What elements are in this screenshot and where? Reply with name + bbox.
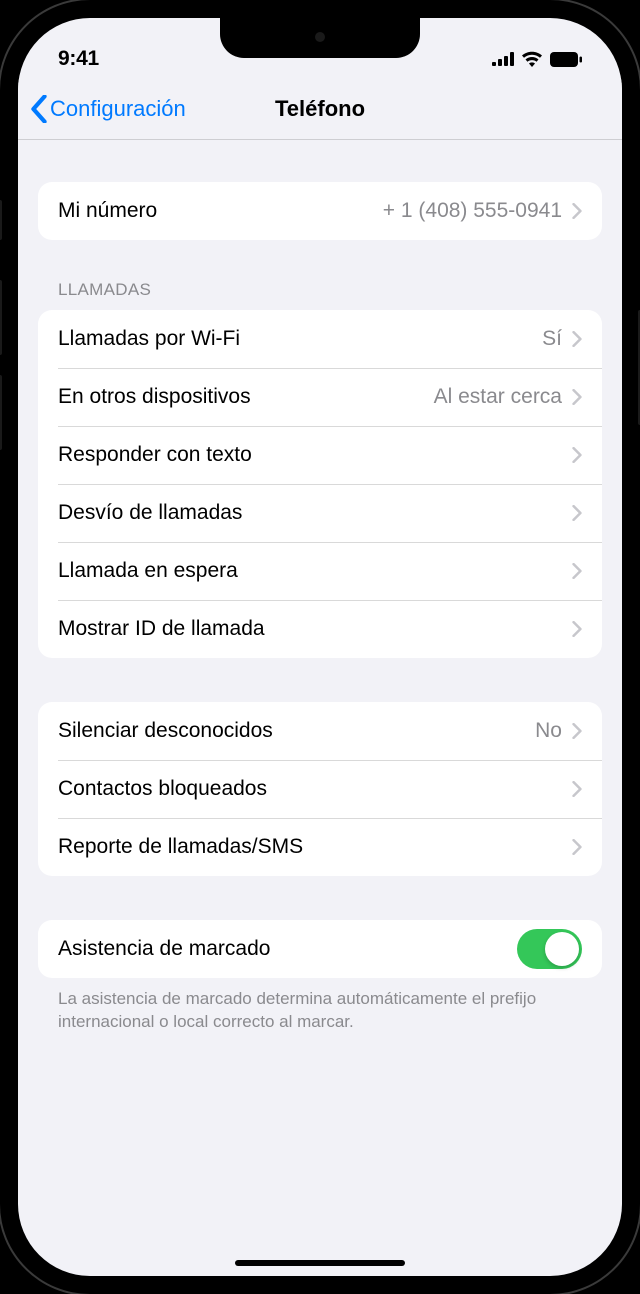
dial-assist-group: Asistencia de marcado xyxy=(38,920,602,978)
chevron-right-icon xyxy=(572,203,582,219)
wifi-calling-row[interactable]: Llamadas por Wi-Fi Sí xyxy=(38,310,602,368)
call-sms-report-label: Reporte de llamadas/SMS xyxy=(58,835,572,859)
show-caller-id-row[interactable]: Mostrar ID de llamada xyxy=(38,600,602,658)
content: Mi número + 1 (408) 555-0941 LLAMADAS Ll… xyxy=(18,140,622,1034)
battery-icon xyxy=(550,52,582,67)
silence-unknown-row[interactable]: Silenciar desconocidos No xyxy=(38,702,602,760)
my-number-label: Mi número xyxy=(58,199,383,223)
call-waiting-row[interactable]: Llamada en espera xyxy=(38,542,602,600)
show-caller-id-label: Mostrar ID de llamada xyxy=(58,617,572,641)
dial-assist-toggle[interactable] xyxy=(517,929,582,969)
back-button[interactable]: Configuración xyxy=(30,95,186,123)
status-indicators xyxy=(492,51,582,67)
home-indicator[interactable] xyxy=(235,1260,405,1266)
calls-group: Llamadas por Wi-Fi Sí En otros dispositi… xyxy=(38,310,602,658)
wifi-calling-label: Llamadas por Wi-Fi xyxy=(58,327,542,351)
chevron-right-icon xyxy=(572,723,582,739)
screen: 9:41 Configuración Teléfono xyxy=(18,18,622,1276)
volume-down xyxy=(0,375,2,450)
chevron-right-icon xyxy=(572,839,582,855)
other-devices-row[interactable]: En otros dispositivos Al estar cerca xyxy=(38,368,602,426)
call-sms-report-row[interactable]: Reporte de llamadas/SMS xyxy=(38,818,602,876)
my-number-row[interactable]: Mi número + 1 (408) 555-0941 xyxy=(38,182,602,240)
other-devices-label: En otros dispositivos xyxy=(58,385,434,409)
wifi-calling-value: Sí xyxy=(542,327,562,351)
chevron-right-icon xyxy=(572,447,582,463)
my-number-group: Mi número + 1 (408) 555-0941 xyxy=(38,182,602,240)
nav-title: Teléfono xyxy=(275,96,365,122)
call-forwarding-row[interactable]: Desvío de llamadas xyxy=(38,484,602,542)
blocked-contacts-label: Contactos bloqueados xyxy=(58,777,572,801)
mute-switch xyxy=(0,200,2,240)
nav-bar: Configuración Teléfono xyxy=(18,78,622,140)
blocked-contacts-row[interactable]: Contactos bloqueados xyxy=(38,760,602,818)
silence-unknown-label: Silenciar desconocidos xyxy=(58,719,535,743)
call-waiting-label: Llamada en espera xyxy=(58,559,572,583)
dial-assist-footer: La asistencia de marcado determina autom… xyxy=(38,978,602,1034)
respond-text-label: Responder con texto xyxy=(58,443,572,467)
chevron-right-icon xyxy=(572,389,582,405)
notch xyxy=(220,18,420,58)
respond-text-row[interactable]: Responder con texto xyxy=(38,426,602,484)
back-label: Configuración xyxy=(50,96,186,122)
chevron-right-icon xyxy=(572,621,582,637)
silence-unknown-value: No xyxy=(535,719,562,743)
status-time: 9:41 xyxy=(58,47,99,71)
dial-assist-label: Asistencia de marcado xyxy=(58,937,517,961)
chevron-right-icon xyxy=(572,563,582,579)
calls-header: LLAMADAS xyxy=(38,280,602,310)
blocking-group: Silenciar desconocidos No Contactos bloq… xyxy=(38,702,602,876)
other-devices-value: Al estar cerca xyxy=(434,385,562,409)
wifi-icon xyxy=(521,51,543,67)
volume-up xyxy=(0,280,2,355)
chevron-right-icon xyxy=(572,331,582,347)
phone-frame: 9:41 Configuración Teléfono xyxy=(0,0,640,1294)
chevron-right-icon xyxy=(572,505,582,521)
cellular-signal-icon xyxy=(492,52,514,66)
chevron-right-icon xyxy=(572,781,582,797)
call-forwarding-label: Desvío de llamadas xyxy=(58,501,572,525)
chevron-left-icon xyxy=(30,95,48,123)
my-number-value: + 1 (408) 555-0941 xyxy=(383,199,562,223)
dial-assist-row: Asistencia de marcado xyxy=(38,920,602,978)
